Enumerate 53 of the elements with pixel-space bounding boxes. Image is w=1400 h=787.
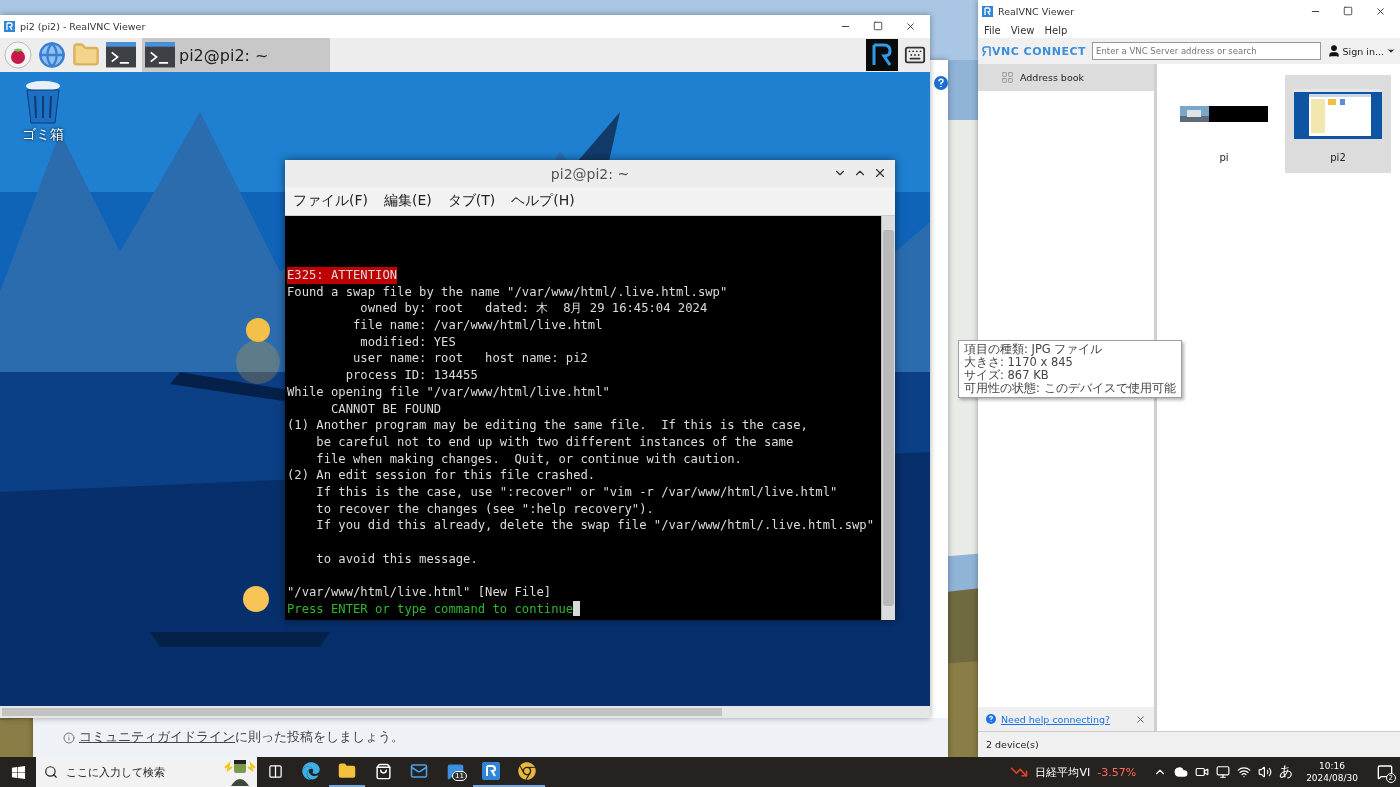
terminal-line: "/var/www/html/live.html" [New File]	[287, 584, 552, 601]
terminal-line: Found a swap file by the name "/var/www/html/.live.html.swp"	[287, 283, 728, 301]
terminal-line: file name: /var/www/html/live.html	[352, 317, 603, 334]
input-mode[interactable]: あ	[1279, 763, 1294, 781]
terminal-line: While opening file "/var/www/html/live.html"	[287, 383, 610, 401]
ticker-change: -3.57%	[1097, 765, 1137, 779]
device-name: pi2	[1330, 152, 1346, 163]
menu-item[interactable]: 編集(E)	[384, 192, 432, 210]
terminal-line: If you did this already, delete the swap file "/var/www/html/.live.html.swp"	[315, 517, 874, 534]
menu-item[interactable]: Help	[1044, 24, 1068, 36]
terminal-line: (2) An edit session for this file crashed.	[287, 467, 596, 484]
guideline-link[interactable]: コミュニティガイドライン	[79, 729, 235, 744]
tooltip-line: 大きさ: 1170 x 845	[964, 356, 1074, 369]
clock-date[interactable]: 2024/08/30	[1306, 772, 1358, 784]
terminal-line: user name: root host name: pi2	[352, 350, 588, 368]
terminal-line: process ID: 134455	[344, 367, 478, 384]
search-field[interactable]: Enter a VNC Server address or search	[1092, 42, 1321, 60]
search-field[interactable]: ここに入力して検索	[36, 757, 257, 787]
terminal-line: owned by: root dated: 木 8月 29 16:45:04 2024	[359, 300, 708, 318]
device-tile[interactable]: pi2	[1285, 75, 1391, 173]
sign-in-button[interactable]: Sign in...	[1326, 44, 1396, 58]
terminal-line: modified: YES	[359, 333, 456, 351]
tooltip-line: サイズ: 867 KB	[964, 369, 1050, 382]
error-message: E325: ATTENTION	[287, 267, 398, 284]
terminal-line: file when making changes. Quit, or continue with caution.	[315, 450, 742, 468]
terminal-line: be careful not to end up with two different instances of the same	[315, 433, 794, 451]
prompt-message: Press ENTER or type command to continue	[287, 600, 574, 618]
menu-item[interactable]: View	[1010, 24, 1035, 36]
window-title: RealVNC Viewer	[998, 5, 1076, 17]
ticker-name: 日経平均VI	[1035, 764, 1091, 780]
terminal-line: (1) Another program may be editing the same file. If this is the case,	[287, 417, 808, 434]
device-tile[interactable]: pi	[1171, 75, 1277, 173]
terminal-line: to avoid this message.	[315, 550, 478, 568]
device-name: pi	[1219, 152, 1229, 163]
tooltip-line: 可用性の状態: このデバイスで使用可能	[964, 382, 1176, 395]
window-title: pi2 (pi2) - RealVNC Viewer	[20, 21, 147, 32]
terminal-title: pi2@pi2: ~	[550, 165, 630, 182]
sidebar-item[interactable]: Address book	[978, 64, 1154, 91]
guideline-notice: コミュニティガイドラインに則った投稿をしましょう。	[79, 729, 404, 746]
menu-item[interactable]: タブ(T)	[447, 192, 496, 210]
tooltip-line: 項目の種類: JPG ファイル	[964, 343, 1104, 356]
clock-time[interactable]: 10:16	[1319, 760, 1346, 772]
terminal-line: CANNOT BE FOUND	[330, 400, 442, 418]
icon-label: ゴミ箱	[22, 126, 64, 144]
device-count: 2 device(s)	[986, 739, 1039, 750]
menu-item[interactable]: File	[984, 24, 1001, 36]
menu-item[interactable]: ヘルプ(H)	[511, 192, 575, 210]
terminal-line: to recover the changes (see ":help recovery").	[315, 500, 654, 518]
help-link[interactable]: Need help connecting?	[1001, 713, 1130, 725]
menu-item[interactable]: ファイル(F)	[293, 192, 368, 210]
logo-text: VNC CONNECT	[992, 44, 1087, 58]
task-button[interactable]: pi2@pi2: ~	[142, 38, 330, 72]
terminal-line: If this is the case, use ":recover" or "vim -r /var/www/html/live.html"	[315, 483, 838, 501]
